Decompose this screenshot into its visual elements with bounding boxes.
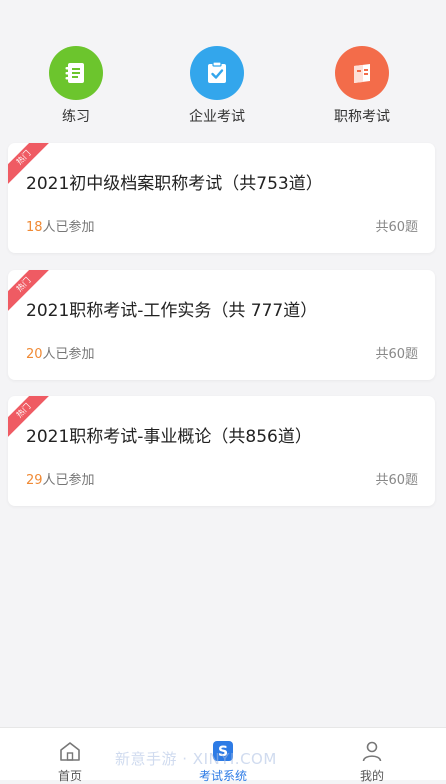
- nav-title-exam-label: 职称考试: [334, 109, 390, 125]
- clipboard-check-icon: [190, 46, 244, 100]
- tab-exam-system[interactable]: S 考试系统: [178, 740, 268, 784]
- svg-text:S: S: [218, 744, 228, 760]
- exam-title: 2021初中级档案职称考试（共753道）: [26, 174, 323, 194]
- user-icon: [362, 741, 382, 762]
- bottom-tab-bar: 首页 S 考试系统 我的: [0, 727, 446, 783]
- exam-card[interactable]: 热门 2021职称考试-工作实务（共 777道） 20人已参加 共60题: [8, 270, 435, 380]
- exam-title: 2021职称考试-事业概论（共856道）: [26, 427, 312, 447]
- question-total: 共60题: [375, 220, 418, 235]
- nav-title-exam[interactable]: 职称考试: [307, 46, 417, 126]
- question-total: 共60题: [375, 347, 418, 362]
- participant-count: 29: [26, 473, 43, 488]
- tab-home-label: 首页: [57, 769, 82, 783]
- participant-count: 18: [26, 220, 43, 235]
- tab-mine[interactable]: 我的: [327, 740, 417, 784]
- tab-exam-system-label: 考试系统: [198, 769, 247, 783]
- exam-title: 2021职称考试-工作实务（共 777道）: [26, 301, 318, 321]
- participants-text: 29人已参加: [26, 469, 95, 488]
- tab-home[interactable]: 首页: [25, 740, 115, 784]
- participants-text: 20人已参加: [26, 343, 95, 362]
- nav-enterprise-exam[interactable]: 企业考试: [162, 46, 272, 126]
- tab-mine-label: 我的: [359, 769, 384, 783]
- participants-suffix: 人已参加: [42, 473, 95, 488]
- top-nav: 练习 企业考试 职称考试: [0, 0, 446, 135]
- nav-enterprise-exam-label: 企业考试: [189, 109, 245, 125]
- notebook-icon: [49, 46, 103, 100]
- participant-count: 20: [26, 347, 43, 362]
- exam-card[interactable]: 热门 2021初中级档案职称考试（共753道） 18人已参加 共60题: [8, 143, 435, 253]
- home-icon: [60, 742, 80, 761]
- participants-text: 18人已参加: [26, 216, 95, 235]
- nav-practice[interactable]: 练习: [21, 46, 131, 126]
- participants-suffix: 人已参加: [42, 220, 95, 235]
- certificate-icon: [335, 46, 389, 100]
- exam-card[interactable]: 热门 2021职称考试-事业概论（共856道） 29人已参加 共60题: [8, 396, 435, 506]
- question-total: 共60题: [375, 473, 418, 488]
- exam-system-icon: S: [213, 741, 233, 761]
- participants-suffix: 人已参加: [42, 347, 95, 362]
- nav-practice-label: 练习: [62, 109, 90, 125]
